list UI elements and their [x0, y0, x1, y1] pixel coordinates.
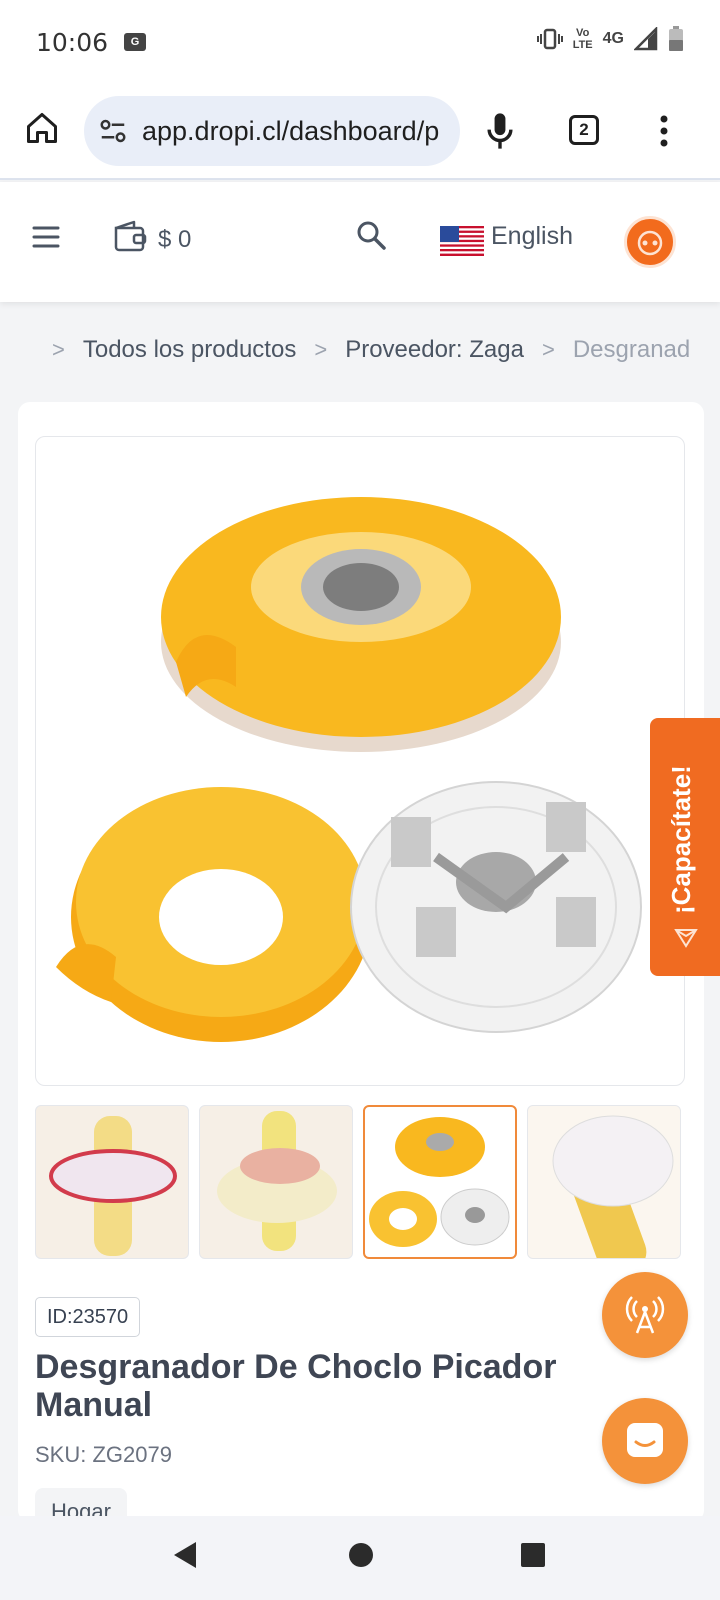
avatar[interactable]: [624, 216, 676, 268]
url-text: app.dropi.cl/dashboard/p: [142, 115, 440, 146]
chat-icon: [627, 1423, 663, 1457]
volte-indicator: Vo LTE: [572, 27, 593, 51]
search-icon[interactable]: [354, 218, 388, 252]
status-time: 10:06: [36, 27, 109, 57]
system-nav-bar: [0, 1516, 720, 1600]
breadcrumb-item-all-products[interactable]: Todos los productos: [83, 336, 296, 364]
address-bar[interactable]: app.dropi.cl/dashboard/p: [84, 96, 460, 166]
wallet-balance[interactable]: $ 0: [158, 226, 191, 254]
product-sku: SKU: ZG2079: [35, 1442, 172, 1467]
broadcast-button[interactable]: [602, 1272, 688, 1358]
breadcrumb-separator: >: [541, 337, 555, 362]
broadcast-icon: [625, 1296, 665, 1334]
thumbnail-3[interactable]: [363, 1105, 517, 1259]
breadcrumb-separator: >: [52, 337, 65, 362]
training-tab-label: ¡Capacítate!: [666, 765, 696, 914]
breadcrumb: > Todos los productos > Proveedor: Zaga …: [34, 330, 690, 370]
thumbnail-strip: [35, 1105, 681, 1259]
breadcrumb-item-current: Desgranador De Choclo Picador Manual: [572, 336, 690, 363]
status-bar: 10:06 G Vo LTE 4G: [0, 0, 720, 84]
thumbnail-1[interactable]: [35, 1105, 189, 1259]
product-main-image[interactable]: [35, 436, 685, 1086]
breadcrumb-item-supplier[interactable]: Proveedor: Zaga: [345, 336, 524, 364]
network-type: 4G: [602, 30, 624, 47]
gem-icon: [674, 929, 698, 948]
wallet-icon[interactable]: [110, 218, 150, 254]
browser-home-icon[interactable]: [20, 106, 64, 150]
thumbnail-4[interactable]: [527, 1105, 681, 1259]
us-flag-icon[interactable]: [440, 226, 484, 256]
notification-icon: G: [124, 33, 147, 51]
home-nav-icon[interactable]: [348, 1542, 374, 1568]
tab-count: 2: [569, 115, 599, 145]
tab-switcher-button[interactable]: 2: [566, 112, 602, 148]
hamburger-menu-icon[interactable]: [30, 222, 62, 252]
product-id-badge: ID:23570: [35, 1297, 141, 1337]
product-card: ID:23570 Desgranador De Choclo Picador M…: [18, 402, 704, 1532]
chat-button[interactable]: [602, 1398, 688, 1484]
more-vert-icon[interactable]: [650, 106, 678, 156]
back-icon[interactable]: [172, 1540, 198, 1570]
recents-icon[interactable]: [520, 1542, 546, 1568]
vibrate-icon: [536, 28, 563, 50]
site-settings-icon[interactable]: [98, 116, 128, 146]
training-side-tab[interactable]: ¡Capacítate!: [650, 718, 720, 976]
breadcrumb-separator: >: [314, 337, 328, 362]
battery-icon: [669, 26, 683, 51]
signal-icon: [634, 27, 658, 51]
browser-toolbar: app.dropi.cl/dashboard/p 2: [0, 84, 720, 180]
mic-icon[interactable]: [478, 106, 522, 156]
product-title: Desgranador De Choclo Picador Manual: [35, 1348, 557, 1424]
language-selector[interactable]: English: [491, 222, 573, 251]
thumbnail-2[interactable]: [199, 1105, 353, 1259]
app-header: $ 0 English: [0, 182, 720, 302]
status-icons: Vo LTE 4G: [536, 26, 684, 52]
